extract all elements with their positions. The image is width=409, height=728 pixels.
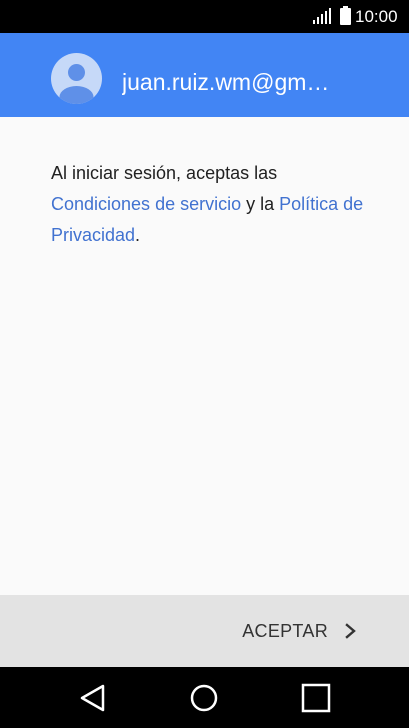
status-time: 10:00 (355, 7, 398, 26)
account-header: juan.ruiz.wm@gm… (0, 33, 409, 117)
account-avatar-icon (51, 53, 102, 104)
accept-button-label: ACEPTAR (242, 620, 328, 641)
home-icon (190, 684, 218, 712)
recents-button[interactable] (298, 680, 334, 716)
battery-icon (340, 6, 351, 25)
status-bar: 10:00 (0, 0, 409, 33)
action-bar: ACEPTAR (0, 595, 409, 667)
chevron-right-icon (345, 623, 356, 639)
navigation-bar (0, 667, 409, 728)
signal-icon (313, 8, 331, 24)
back-button[interactable] (76, 680, 112, 716)
recents-icon (301, 683, 331, 713)
consent-intro-text: Al iniciar sesión, aceptas las (51, 163, 278, 183)
accept-button[interactable]: ACEPTAR (226, 609, 376, 653)
account-email: juan.ruiz.wm@gm… (122, 69, 330, 95)
back-icon (80, 684, 105, 712)
terms-of-service-link[interactable]: Condiciones de servicio (51, 194, 241, 214)
home-button[interactable] (186, 680, 222, 716)
consent-connector-text: y la (241, 194, 280, 214)
consent-text: Al iniciar sesión, aceptas las Condicion… (51, 158, 371, 251)
consent-end-text: . (135, 225, 141, 245)
